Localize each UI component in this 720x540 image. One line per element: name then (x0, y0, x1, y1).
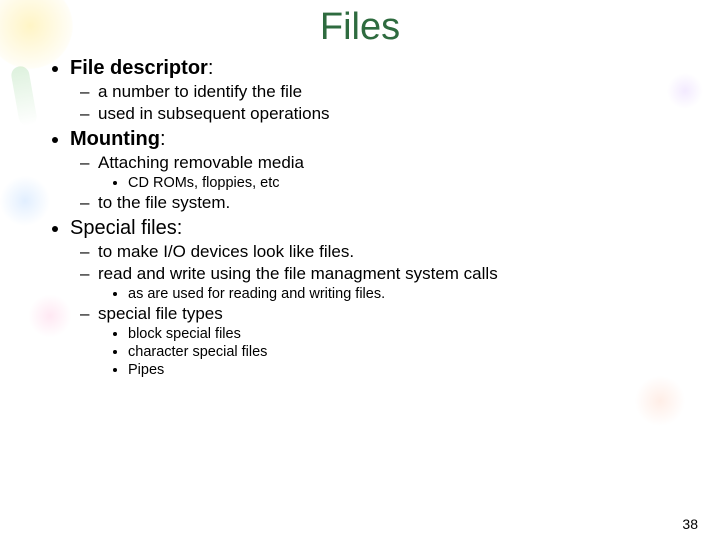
subsub-item: CD ROMs, floppies, etc (128, 175, 680, 191)
subsub-list: CD ROMs, floppies, etc (98, 175, 680, 191)
colon: : (160, 128, 166, 150)
bullet-heading: File descriptor (70, 57, 208, 79)
sub-item: special file types block special files c… (98, 304, 680, 378)
sub-list: Attaching removable media CD ROMs, flopp… (70, 153, 680, 213)
sub-item-text: Attaching removable media (98, 153, 304, 172)
subsub-list: block special files character special fi… (98, 326, 680, 378)
sub-item: Attaching removable media CD ROMs, flopp… (98, 153, 680, 191)
bullet-list: File descriptor: a number to identify th… (40, 57, 680, 378)
bullet-special-files: Special files: to make I/O devices look … (70, 217, 680, 378)
sub-item-text: read and write using the file managment … (98, 264, 498, 283)
bullet-file-descriptor: File descriptor: a number to identify th… (70, 57, 680, 124)
subsub-item: as are used for reading and writing file… (128, 286, 680, 302)
subsub-list: as are used for reading and writing file… (98, 286, 680, 302)
subsub-item: character special files (128, 344, 680, 360)
sub-list: a number to identify the file used in su… (70, 82, 680, 124)
sub-item: a number to identify the file (98, 82, 680, 102)
sub-item: read and write using the file managment … (98, 264, 680, 302)
sub-item: to make I/O devices look like files. (98, 242, 680, 262)
sub-item: used in subsequent operations (98, 104, 680, 124)
slide: Files File descriptor: a number to ident… (0, 6, 720, 540)
bullet-heading: Mounting (70, 128, 160, 150)
page-number: 38 (682, 516, 698, 532)
bullet-mounting: Mounting: Attaching removable media CD R… (70, 128, 680, 213)
sub-item: to the file system. (98, 193, 680, 213)
sub-item-text: special file types (98, 304, 223, 323)
sub-list: to make I/O devices look like files. rea… (70, 242, 680, 378)
bullet-heading: Special files: (70, 217, 182, 239)
slide-title: Files (40, 6, 680, 49)
colon: : (208, 57, 214, 79)
subsub-item: block special files (128, 326, 680, 342)
subsub-item: Pipes (128, 362, 680, 378)
